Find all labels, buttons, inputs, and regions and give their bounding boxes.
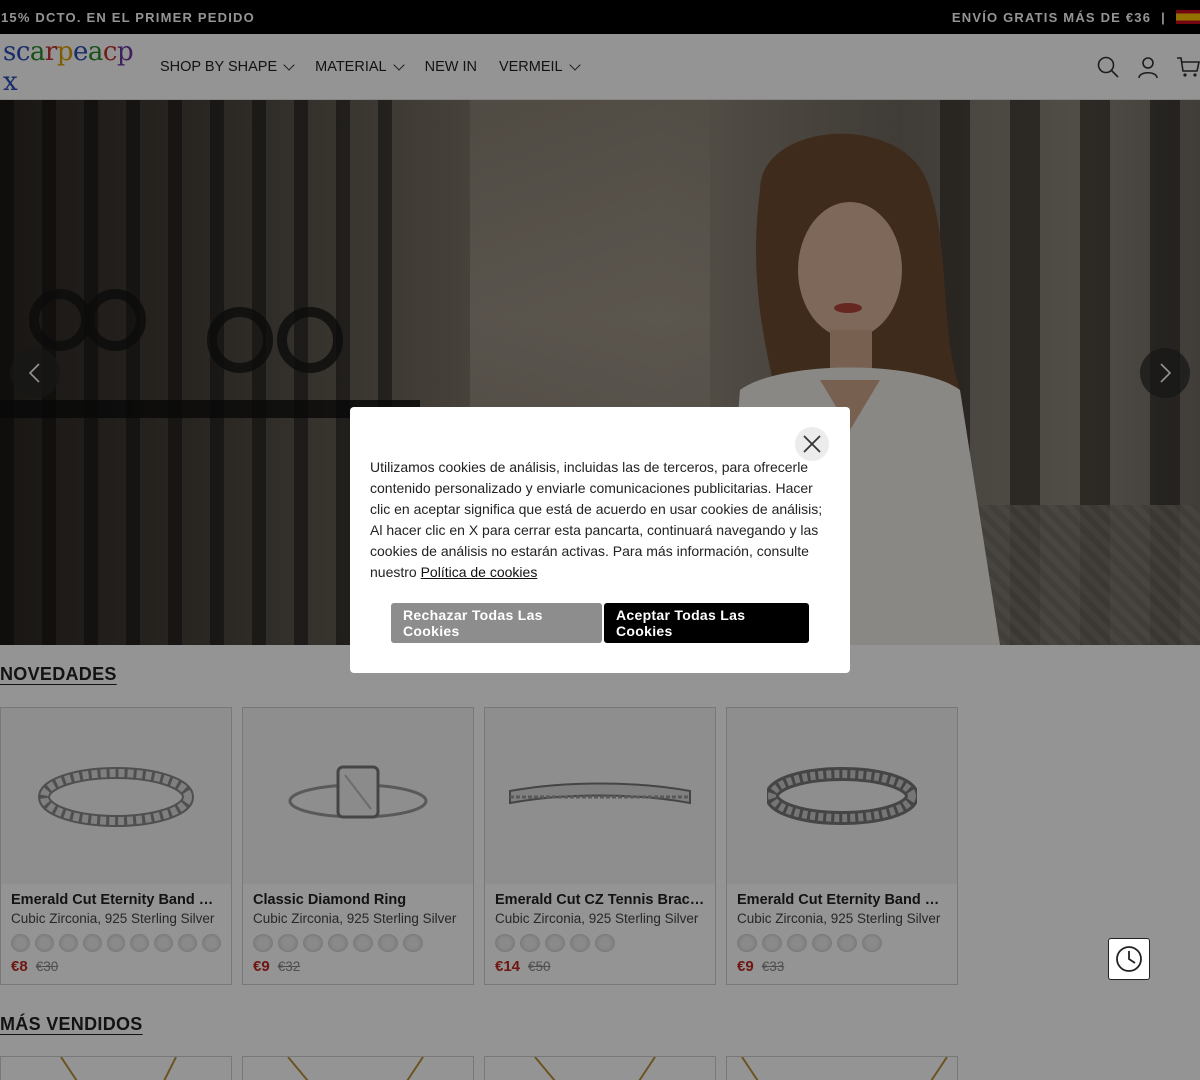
history-button[interactable] <box>1108 938 1150 980</box>
close-button[interactable] <box>795 427 829 461</box>
reject-cookies-button[interactable]: Rechazar Todas Las Cookies <box>391 603 602 643</box>
cookie-text: Utilizamos cookies de análisis, incluida… <box>370 457 836 583</box>
cookie-buttons: Rechazar Todas Las Cookies Aceptar Todas… <box>391 603 809 643</box>
clock-icon <box>1116 946 1142 972</box>
cookie-policy-link[interactable]: Política de cookies <box>421 564 538 580</box>
cookie-message: Utilizamos cookies de análisis, incluida… <box>370 459 823 580</box>
cookie-consent-modal: Utilizamos cookies de análisis, incluida… <box>350 407 850 673</box>
accept-cookies-button[interactable]: Aceptar Todas Las Cookies <box>604 603 809 643</box>
close-icon <box>803 435 821 453</box>
